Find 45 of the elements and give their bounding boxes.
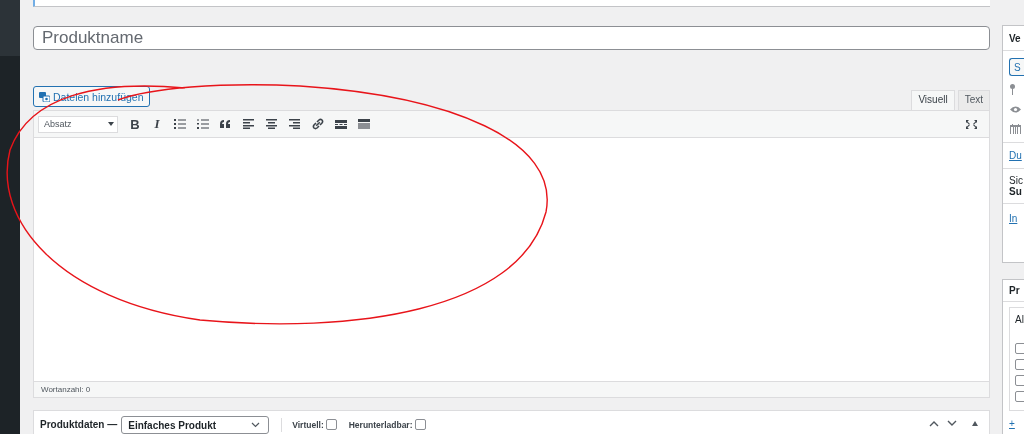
duplicate-link[interactable]: Du bbox=[1003, 143, 1024, 164]
align-center-icon[interactable] bbox=[266, 119, 277, 129]
category-tab[interactable]: Al bbox=[1015, 314, 1024, 325]
align-left-icon[interactable] bbox=[243, 119, 254, 129]
word-count: Wortanzahl: 0 bbox=[34, 381, 989, 397]
numbered-list-icon[interactable] bbox=[196, 119, 209, 129]
collapse-icon[interactable] bbox=[971, 420, 979, 427]
media-icon bbox=[39, 91, 50, 102]
toolbar-toggle-icon[interactable] bbox=[357, 119, 370, 129]
calendar-icon bbox=[1010, 124, 1021, 134]
bulleted-list-icon[interactable] bbox=[173, 119, 186, 129]
checkbox[interactable] bbox=[1015, 359, 1024, 370]
add-category-link[interactable]: + bbox=[1003, 411, 1024, 432]
read-more-icon[interactable] bbox=[334, 119, 347, 129]
save-button[interactable]: S bbox=[1009, 58, 1024, 76]
product-type-select[interactable]: Einfaches Produkt bbox=[121, 416, 270, 434]
eye-icon bbox=[1010, 106, 1021, 113]
editor-tab[interactable]: Text bbox=[957, 90, 990, 110]
checkbox[interactable] bbox=[325, 419, 337, 430]
checkbox[interactable] bbox=[1015, 391, 1024, 402]
status-value: Su bbox=[1008, 186, 1023, 197]
status-text: Sic bbox=[1008, 174, 1024, 186]
product-name-field[interactable]: Produktname bbox=[33, 26, 990, 50]
trash-link[interactable]: In bbox=[1003, 204, 1024, 227]
move-up-icon[interactable] bbox=[929, 420, 939, 427]
caret-icon bbox=[108, 122, 114, 126]
panel-title: Pr bbox=[1009, 285, 1020, 296]
format-select[interactable]: Absatz bbox=[38, 115, 118, 133]
link-icon[interactable] bbox=[311, 118, 324, 130]
italic-button[interactable]: I bbox=[146, 114, 168, 134]
checkbox[interactable] bbox=[1015, 343, 1024, 354]
checkbox[interactable] bbox=[1015, 375, 1024, 386]
blockquote-icon[interactable] bbox=[220, 120, 231, 128]
option-label: Virtuell: bbox=[292, 419, 324, 430]
pin-icon bbox=[1010, 84, 1015, 95]
editor-tab[interactable]: Visuell bbox=[911, 90, 955, 110]
option-label: Herunterladbar: bbox=[348, 419, 413, 430]
checkbox[interactable] bbox=[414, 419, 426, 430]
bold-button[interactable]: B bbox=[124, 114, 146, 134]
panel-title: Ve bbox=[1009, 32, 1021, 44]
move-down-icon[interactable] bbox=[947, 420, 957, 427]
panel-title: Produktdaten — bbox=[40, 419, 118, 430]
align-right-icon[interactable] bbox=[289, 119, 300, 129]
fullscreen-icon[interactable] bbox=[966, 119, 977, 129]
chevron-down-icon bbox=[251, 422, 261, 428]
